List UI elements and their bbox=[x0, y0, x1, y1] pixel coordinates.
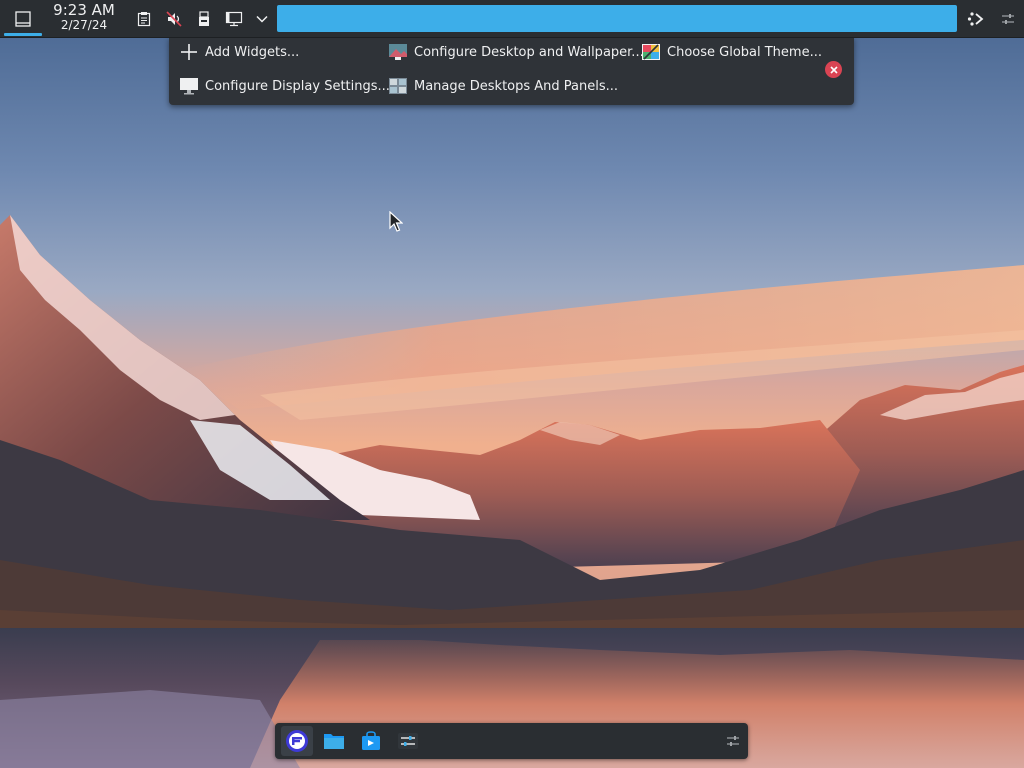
global-theme-icon bbox=[641, 42, 661, 62]
panel-settings-icon[interactable] bbox=[992, 11, 1024, 27]
choose-global-theme-button[interactable]: Choose Global Theme... bbox=[641, 40, 822, 64]
active-indicator bbox=[4, 33, 42, 36]
show-desktop-button[interactable] bbox=[4, 0, 42, 37]
manage-desktops-label: Manage Desktops And Panels... bbox=[414, 78, 619, 94]
chevron-down-icon[interactable] bbox=[249, 0, 275, 37]
configure-desktop-button[interactable]: Configure Desktop and Wallpaper... bbox=[388, 40, 644, 64]
usb-drive-icon[interactable] bbox=[191, 0, 217, 37]
configure-display-button[interactable]: Configure Display Settings... bbox=[179, 74, 390, 98]
configure-panel-icon[interactable] bbox=[960, 10, 992, 28]
desktop-wallpaper bbox=[0, 0, 1024, 768]
dock-settings-icon[interactable] bbox=[724, 732, 742, 750]
clock-date: 2/27/24 bbox=[60, 18, 108, 32]
plus-icon bbox=[179, 42, 199, 62]
configure-display-label: Configure Display Settings... bbox=[205, 78, 390, 94]
file-manager-icon[interactable] bbox=[318, 726, 350, 756]
clipboard-icon[interactable] bbox=[131, 0, 157, 37]
panel-edit-controls bbox=[960, 4, 1024, 33]
display-icon[interactable] bbox=[221, 0, 247, 37]
add-widgets-label: Add Widgets... bbox=[205, 44, 300, 60]
desktops-panels-icon bbox=[388, 76, 408, 96]
digital-clock[interactable]: 9:23 AM 2/27/24 bbox=[46, 1, 122, 32]
window-icon bbox=[15, 10, 31, 27]
manage-desktops-button[interactable]: Manage Desktops And Panels... bbox=[388, 74, 618, 98]
wallpaper-icon bbox=[388, 42, 408, 62]
top-panel: 9:23 AM 2/27/24 bbox=[0, 0, 1024, 38]
choose-global-theme-label: Choose Global Theme... bbox=[667, 44, 822, 60]
configure-desktop-label: Configure Desktop and Wallpaper... bbox=[414, 44, 644, 60]
bottom-panel bbox=[275, 723, 748, 759]
mouse-cursor-icon bbox=[389, 210, 404, 237]
desktop-edit-toolbar: Add Widgets... Configure Desktop and Wal… bbox=[169, 37, 854, 105]
close-edit-mode-button[interactable] bbox=[825, 61, 842, 78]
panel-edit-highlight[interactable] bbox=[277, 5, 957, 32]
volume-muted-icon[interactable] bbox=[161, 0, 187, 37]
system-settings-icon[interactable] bbox=[392, 726, 424, 756]
close-icon bbox=[829, 65, 838, 74]
monitor-icon bbox=[179, 76, 199, 96]
clock-time: 9:23 AM bbox=[53, 1, 115, 19]
discover-store-icon[interactable] bbox=[355, 726, 387, 756]
app-launcher-icon[interactable] bbox=[281, 726, 313, 756]
add-widgets-button[interactable]: Add Widgets... bbox=[179, 40, 299, 64]
